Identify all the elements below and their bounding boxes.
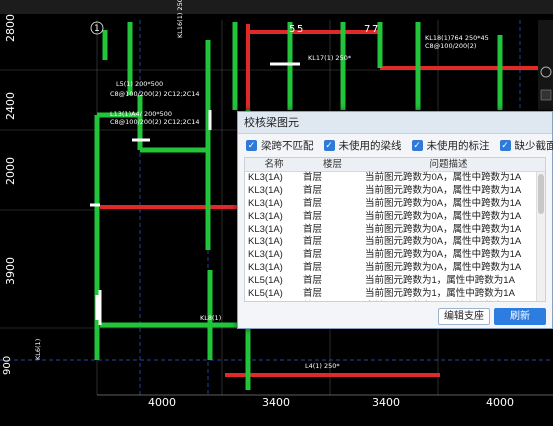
cell-name: KL3(1A) <box>248 262 283 274</box>
cell-issue: 当前图元跨数为1，属性中跨数为1A <box>362 301 532 302</box>
cell-issue: 当前图元跨数为0A，属性中跨数为1A <box>365 197 522 209</box>
beam-label-l13-rebar: C8@100/200(2) 2C12;2C14 <box>110 118 200 126</box>
right-toolbar[interactable] <box>538 20 553 110</box>
cell-floor: 首层 <box>300 301 362 302</box>
column-header-floor[interactable]: 楼层 <box>300 158 362 171</box>
cell-floor: 首层 <box>303 288 323 300</box>
cell-issue: 当前图元跨数为0A，属性中跨数为1A <box>365 249 522 261</box>
cell-name: KL5(1A) <box>248 275 283 287</box>
checkbox-icon[interactable]: ✓ <box>323 139 335 151</box>
axis-label-2000: 2000 <box>4 157 17 185</box>
cell-floor: 首层 <box>303 249 323 261</box>
column-header-issue[interactable]: 问题描述 <box>362 158 532 171</box>
cell-floor: 首层 <box>303 184 323 196</box>
beam-label-l5: L5(1) 200*500 <box>116 80 163 88</box>
beam-label-kl6: KL6(1) <box>34 339 42 360</box>
beam-label-kl18: KL18(1)764 250*45 <box>425 34 489 42</box>
axis-label-4000-a: 4000 <box>148 396 176 409</box>
table-header: 名称 楼层 问题描述 <box>245 158 545 172</box>
filter-label: 未使用的梁线 <box>338 139 402 152</box>
table-row[interactable]: KL5(1A)首层当前图元跨数为1，属性中跨数为1A <box>245 288 545 301</box>
scrollbar-thumb[interactable] <box>538 174 544 214</box>
cell-name: KL5(1A) <box>248 288 283 300</box>
cell-issue: 当前图元跨数为1，属性中跨数为1A <box>365 275 515 287</box>
cell-floor: 首层 <box>303 172 323 183</box>
cell-name: KL3(1A) <box>248 197 283 209</box>
grid-bubble-7b: 7 <box>372 24 378 35</box>
table-row[interactable]: KL3(1A) 首层 当前图元跨数为0A，属性中跨数为1A <box>245 262 545 275</box>
cell-name: KL3(1A) <box>248 210 283 222</box>
filter-row: ✓ 梁跨不匹配 ✓ 未使用的梁线 ✓ 未使用的标注 ✓ 缺少截面 <box>238 134 553 156</box>
cell-issue: 当前图元跨数为0A，属性中跨数为1A <box>365 172 522 183</box>
cell-floor: 首层 <box>303 197 323 209</box>
cell-issue: 当前图元跨数为1，属性中跨数为1A <box>365 288 515 300</box>
grid-bubble-5a: 5 <box>289 24 295 35</box>
table-scrollbar[interactable] <box>536 172 545 301</box>
checkbox-icon[interactable]: ✓ <box>411 139 423 151</box>
cell-issue: 当前图元跨数为0A，属性中跨数为1A <box>365 210 522 222</box>
dialog-title: 校核梁图元 <box>238 112 552 134</box>
filter-label: 未使用的标注 <box>426 139 490 152</box>
grid-bubble-7a: 7 <box>364 24 370 35</box>
filter-span-mismatch[interactable]: ✓ 梁跨不匹配 <box>246 138 314 153</box>
beam-label-l5-rebar: C8@100/200(2) 2C12;2C14 <box>110 90 200 98</box>
table-row[interactable]: KL3(1A) 首层 当前图元跨数为0A，属性中跨数为1A <box>245 236 545 249</box>
beam-label-l13: L13(1)A4/ 200*500 <box>110 110 172 118</box>
grid-bubble-5b: 5 <box>297 24 303 35</box>
axis-label-3400-a: 3400 <box>262 396 290 409</box>
issues-table[interactable]: 名称 楼层 问题描述 KL3(1A) 首层 当前图元跨数为0A，属性中跨数为1A KL… <box>244 157 546 302</box>
cell-issue: 当前图元跨数为0A，属性中跨数为1A <box>365 262 522 274</box>
filter-label: 梁跨不匹配 <box>261 139 314 152</box>
beam-label-l4: L4(1) 250* <box>305 362 340 370</box>
beam-label-kl8: KL8(1) <box>200 314 221 322</box>
cell-floor: 首层 <box>303 236 323 248</box>
axis-label-3900: 3900 <box>4 257 17 285</box>
cell-floor: 首层 <box>303 262 323 274</box>
table-row[interactable]: KL3(1A) 首层 当前图元跨数为0A，属性中跨数为1A <box>245 249 545 262</box>
axis-label-2400: 2400 <box>4 92 17 120</box>
column-header-name[interactable]: 名称 <box>245 158 300 171</box>
table-body: KL3(1A) 首层 当前图元跨数为0A，属性中跨数为1A KL3(1A) 首层 当前图元… <box>245 172 545 302</box>
cell-name: KL3(1A) <box>248 249 283 261</box>
filter-unused-beam-lines[interactable]: ✓ 未使用的梁线 <box>323 138 402 153</box>
cell-issue: 当前图元跨数为0A，属性中跨数为1A <box>365 236 522 248</box>
cell-issue: 当前图元跨数为0A，属性中跨数为1A <box>365 184 522 196</box>
table-row[interactable]: KL5(1A) 首层 当前图元跨数为1，属性中跨数为1A <box>245 275 545 288</box>
table-row[interactable]: KL3(1A) 首层 当前图元跨数为0A，属性中跨数为1A <box>245 172 545 185</box>
cell-issue: 当前图元跨数为0A，属性中跨数为1A <box>365 223 522 235</box>
cell-floor: 首层 <box>303 210 323 222</box>
axis-label-900: 900 <box>2 356 13 375</box>
cell-name: KL3(1A) <box>248 236 283 248</box>
filter-missing-section[interactable]: ✓ 缺少截面 <box>499 138 553 153</box>
cad-toolbar-strip <box>0 0 553 14</box>
cell-name: KL3(1A) <box>248 223 283 235</box>
cell-floor: 首层 <box>303 223 323 235</box>
refresh-button[interactable]: 刷新 <box>494 308 546 325</box>
table-row[interactable]: KL3(1A) 首层 当前图元跨数为0A，属性中跨数为1A <box>245 211 545 224</box>
checkbox-icon[interactable]: ✓ <box>499 139 511 151</box>
table-row[interactable]: KL3(1A) 首层 当前图元跨数为0A，属性中跨数为1A <box>245 185 545 198</box>
beam-label-kl16: KL16(1) 250* <box>176 0 184 38</box>
table-row[interactable]: KL3(1A) 首层 当前图元跨数为0A，属性中跨数为1A <box>245 198 545 211</box>
cell-name: KL3(1A) <box>248 184 283 196</box>
cell-floor: 首层 <box>303 275 323 287</box>
beam-label-kl18-rebar: C8@100/200(2) <box>425 42 476 50</box>
beam-label-kl17: KL17(1) 250* <box>308 54 352 62</box>
check-beams-dialog: 校核梁图元 ✓ 梁跨不匹配 ✓ 未使用的梁线 ✓ 未使用的标注 ✓ 缺少截面 名… <box>237 111 553 329</box>
axis-label-3400-b: 3400 <box>372 396 400 409</box>
grid-bubble-1: 1 <box>94 24 100 34</box>
table-row[interactable]: KL5(1A)首层当前图元跨数为1，属性中跨数为1A <box>245 301 545 302</box>
table-row[interactable]: KL3(1A) 首层 当前图元跨数为0A，属性中跨数为1A <box>245 224 545 237</box>
filter-unused-annotations[interactable]: ✓ 未使用的标注 <box>411 138 490 153</box>
axis-label-2800: 2800 <box>4 14 17 42</box>
cell-name: KL5(1A) <box>245 301 300 302</box>
filter-label: 缺少截面 <box>514 139 553 152</box>
axis-label-4000-b: 4000 <box>486 396 514 409</box>
cell-name: KL3(1A) <box>248 172 283 183</box>
checkbox-icon[interactable]: ✓ <box>246 139 257 151</box>
edit-support-button[interactable]: 编辑支座 <box>438 308 490 325</box>
